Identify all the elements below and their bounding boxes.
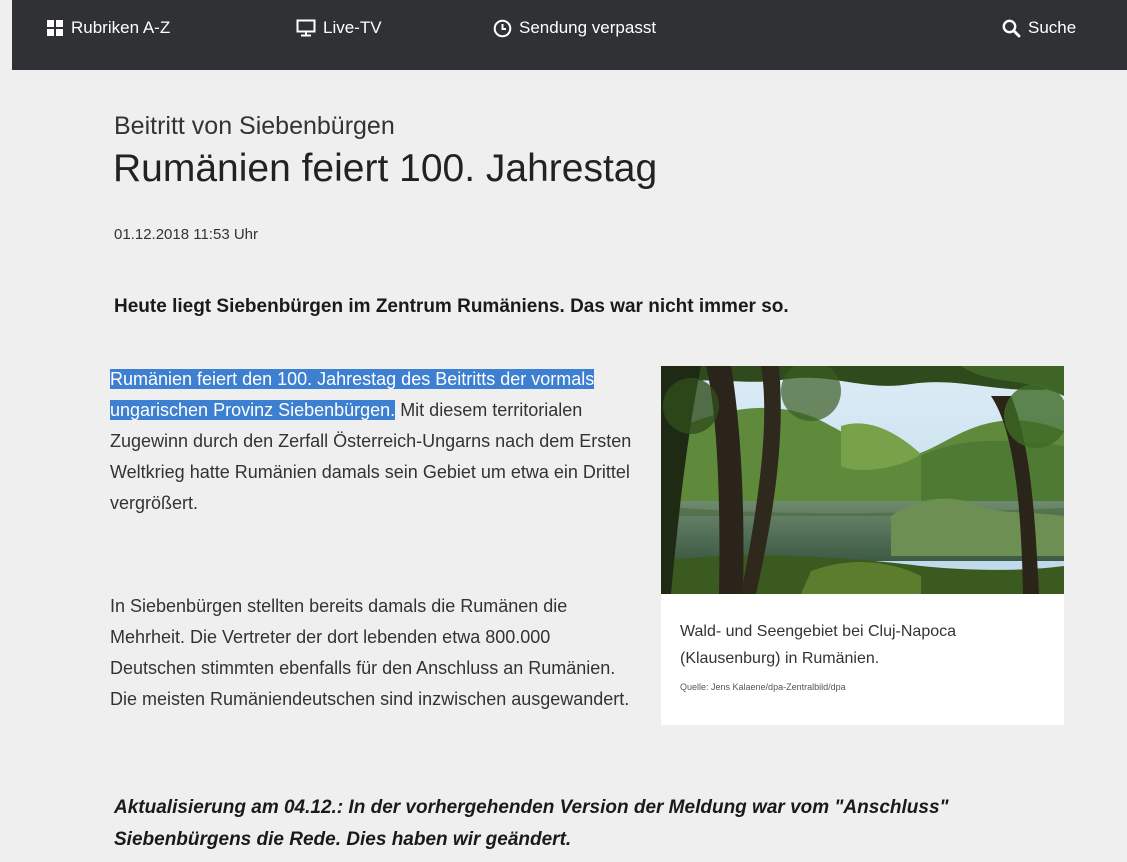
article-teaser: Heute liegt Siebenbürgen im Zentrum Rumä…: [114, 296, 789, 317]
nav-sendung-verpasst-label: Sendung verpasst: [519, 18, 657, 37]
article-headline: Rumänien feiert 100. Jahrestag: [113, 147, 658, 190]
figure-source: Quelle: Jens Kalaene/dpa-Zentralbild/dpa: [680, 682, 846, 692]
nav-live-tv-label: Live-TV: [323, 18, 382, 37]
article-date: 01.12.2018 11:53 Uhr: [114, 226, 259, 243]
article-figure: Wald- und Seengebiet bei Cluj-Napoca (Kl…: [661, 366, 1064, 725]
clock-icon: [493, 19, 512, 38]
lake-forest-photo[interactable]: [661, 366, 1064, 594]
nav-live-tv[interactable]: Live-TV: [296, 16, 382, 40]
article-dachzeile: Beitritt von Siebenbürgen: [114, 112, 395, 140]
nav-search[interactable]: Suche: [1002, 16, 1076, 40]
nav-rubriken-a-z[interactable]: Rubriken A-Z: [46, 16, 170, 40]
grid-icon: [46, 19, 64, 37]
article-update-note: Aktualisierung am 04.12.: In der vorherg…: [114, 797, 949, 850]
nav-sendung-verpasst[interactable]: Sendung verpasst: [493, 16, 656, 40]
article-paragraph-2: In Siebenbürgen stellten bereits damals …: [110, 596, 630, 709]
figure-caption: Wald- und Seengebiet bei Cluj-Napoca (Kl…: [680, 623, 957, 667]
nav-rubriken-label: Rubriken A-Z: [71, 18, 171, 37]
nav-search-label: Suche: [1028, 18, 1077, 37]
article-paragraph-1[interactable]: Rumänien feiert den 100. Jahrestag des B…: [110, 364, 640, 519]
monitor-icon: [296, 19, 316, 38]
search-icon: [1002, 19, 1021, 38]
top-navigation-bar: Rubriken A-Z Live-TV Sendung verpasst Su…: [12, 0, 1127, 70]
